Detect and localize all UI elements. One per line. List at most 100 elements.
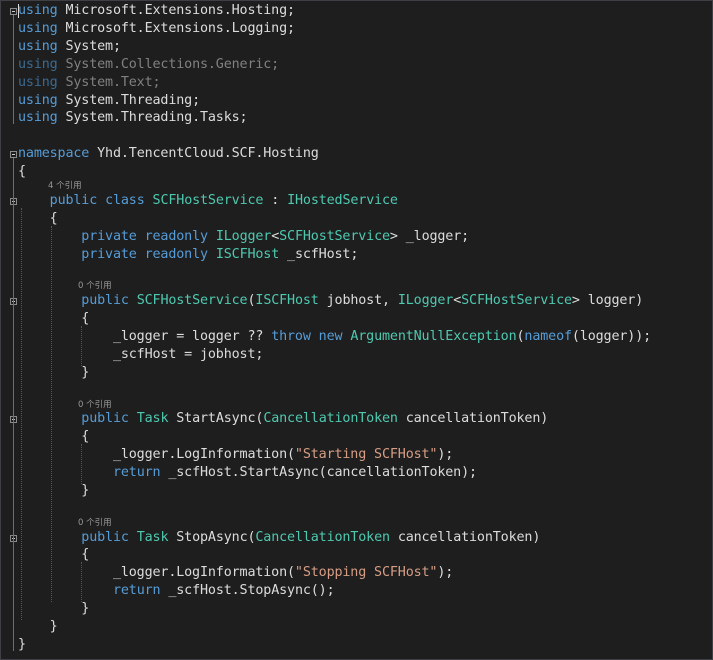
code-token: SCFHostService (152, 192, 264, 208)
code-token: System.Threading.Tasks; (57, 110, 248, 126)
code-line[interactable]: using Microsoft.Extensions.Logging; (18, 20, 295, 38)
code-line[interactable]: namespace Yhd.TencentCloud.SCF.Hosting (18, 145, 319, 163)
code-token: _logger.LogInformation( (18, 565, 295, 581)
outline-line (13, 15, 14, 125)
code-line[interactable]: public SCFHostService(ISCFHost jobhost, … (18, 292, 643, 310)
code-token: ); (437, 565, 454, 581)
code-line[interactable]: private readonly ISCFHost _scfHost; (18, 246, 358, 264)
text-caret (18, 4, 19, 18)
code-line[interactable]: using System.Collections.Generic; (18, 56, 279, 74)
code-token: Microsoft.Extensions.Logging; (57, 20, 295, 36)
code-token: namespace (18, 146, 90, 162)
code-line[interactable]: using System.Threading; (18, 92, 200, 110)
code-line[interactable]: } (18, 482, 89, 500)
code-token: System.Threading; (57, 92, 200, 108)
code-token: Yhd.TencentCloud.SCF.Hosting (89, 146, 319, 162)
code-line[interactable]: public Task StartAsync(CancellationToken… (18, 410, 548, 428)
code-line[interactable]: public Task StopAsync(CancellationToken … (18, 529, 540, 547)
code-line[interactable]: } (18, 618, 58, 636)
code-token: CancellationToken (263, 411, 398, 427)
code-line[interactable]: return _scfHost.StartAsync(cancellationT… (18, 464, 477, 482)
code-line[interactable]: using System; (18, 38, 121, 56)
code-token: Microsoft.Extensions.Hosting; (57, 3, 295, 18)
code-token: Task (136, 411, 169, 427)
code-token: private (81, 228, 137, 244)
code-token: using (18, 110, 58, 126)
code-token: ISCFHost (255, 293, 319, 309)
code-line[interactable]: { (18, 310, 89, 328)
code-token: { (18, 429, 90, 445)
code-line[interactable]: { (18, 210, 58, 228)
code-line[interactable]: return _scfHost.StopAsync(); (18, 582, 335, 600)
code-token: Task (136, 529, 169, 545)
code-token: _scfHost.StopAsync(); (160, 583, 335, 599)
code-token: SCFHostService (136, 293, 248, 309)
codelens-reference-count[interactable]: 0 个引用 (78, 517, 112, 529)
code-line[interactable]: _logger.LogInformation("Stopping SCFHost… (18, 564, 453, 582)
code-token: ArgumentNullException (350, 328, 517, 344)
code-token: "Stopping SCFHost" (294, 565, 438, 581)
code-line[interactable]: _logger = logger ?? throw new ArgumentNu… (18, 328, 651, 346)
code-token: readonly (144, 228, 208, 244)
code-token: nameof (524, 328, 572, 344)
code-token: using (18, 38, 58, 54)
code-token: SCFHostService (461, 293, 572, 309)
code-line[interactable]: { (18, 428, 89, 446)
code-token: "Starting SCFHost" (294, 447, 438, 463)
code-token: > _logger; (389, 228, 470, 244)
code-line[interactable]: using System.Threading.Tasks; (18, 109, 248, 127)
code-token: CancellationToken (255, 529, 390, 545)
code-token: } (18, 636, 26, 652)
code-line[interactable]: } (18, 600, 89, 618)
code-token: using (18, 3, 58, 18)
code-token: { (18, 210, 58, 226)
code-token: } (18, 364, 90, 380)
code-token: StopAsync( (168, 529, 256, 545)
code-token: readonly (144, 246, 208, 262)
code-token: jobhost, (318, 293, 398, 309)
code-line[interactable]: using System.Text; (18, 74, 161, 92)
code-token: throw (271, 328, 311, 344)
code-token: < (453, 293, 462, 309)
code-line[interactable]: { (18, 163, 26, 181)
code-line[interactable]: { (18, 546, 89, 564)
code-token: System; (57, 38, 121, 54)
code-token: class (105, 192, 145, 208)
code-line[interactable]: _scfHost = jobhost; (18, 346, 263, 364)
code-line[interactable]: } (18, 636, 26, 654)
codelens-reference-count[interactable]: 4 个引用 (48, 180, 82, 192)
codelens-reference-count[interactable]: 0 个引用 (78, 399, 112, 411)
code-token: new (318, 328, 343, 344)
code-line[interactable]: using Microsoft.Extensions.Hosting; (18, 2, 295, 20)
collapse-toggle-icon[interactable] (10, 8, 17, 15)
code-token: _scfHost.StartAsync(cancellationToken); (160, 465, 477, 480)
code-token: return (112, 583, 161, 599)
code-token: _logger.LogInformation( (18, 447, 295, 463)
code-line[interactable]: } (18, 364, 89, 382)
code-line[interactable]: private readonly ILogger<SCFHostService>… (18, 228, 469, 246)
code-token: cancellationToken) (397, 411, 549, 427)
code-line[interactable]: _logger.LogInformation("Starting SCFHost… (18, 446, 453, 464)
code-line[interactable]: public class SCFHostService : IHostedSer… (18, 192, 398, 210)
collapse-toggle-icon[interactable] (10, 151, 17, 159)
codelens-reference-count[interactable]: 0 个引用 (78, 280, 112, 292)
code-token: cancellationToken) (389, 529, 541, 545)
code-token: return (112, 465, 161, 480)
code-editor[interactable]: 4 个引用 0 个引用 0 个引用 0 个引用 using Microsoft.Exte… (0, 0, 713, 660)
code-token: } (18, 601, 90, 617)
code-token: using (18, 56, 58, 72)
code-token: } (18, 619, 58, 634)
code-token: } (18, 482, 90, 498)
